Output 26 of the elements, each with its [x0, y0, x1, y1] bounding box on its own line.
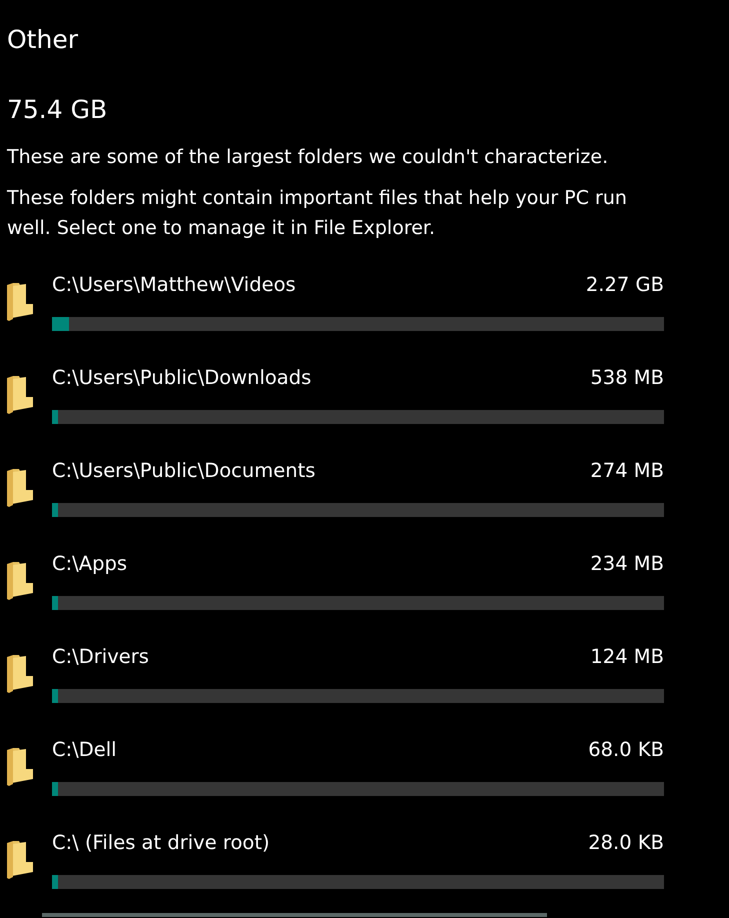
folder-size: 28.0 KB — [588, 830, 664, 856]
folder-path[interactable]: C:\ (Files at drive root) — [52, 830, 270, 856]
folder-size: 538 MB — [590, 365, 664, 391]
folder-path[interactable]: C:\Drivers — [52, 644, 149, 670]
folder-size: 2.27 GB — [586, 272, 664, 298]
folder-size: 274 MB — [590, 458, 664, 484]
folder-icon — [7, 748, 33, 786]
page-title: Other — [7, 24, 78, 56]
folder-path[interactable]: C:\Users\Public\Downloads — [52, 365, 312, 391]
folder-path[interactable]: C:\Users\Public\Documents — [52, 458, 316, 484]
folder-path[interactable]: C:\Apps — [52, 551, 128, 577]
folder-path[interactable]: C:\Users\Matthew\Videos — [52, 272, 296, 298]
description-text: These folders might contain important files that help your PC run well. Select one to manage it in File Explorer. — [7, 186, 628, 241]
description-text: These are some of the largest folders we couldn't characterize. — [7, 145, 610, 170]
folder-icon — [7, 376, 33, 414]
folder-icon — [7, 562, 33, 600]
folder-size: 234 MB — [590, 551, 664, 577]
folder-icon — [7, 283, 33, 321]
storage-total: 75.4 GB — [7, 94, 108, 126]
folder-path[interactable]: C:\Dell — [52, 737, 117, 763]
folder-size: 124 MB — [590, 644, 664, 670]
folder-icon — [7, 655, 33, 693]
folder-icon — [7, 469, 33, 507]
scroll-bar[interactable] — [42, 913, 547, 917]
folder-icon — [7, 841, 33, 879]
folder-size: 68.0 KB — [588, 737, 664, 763]
